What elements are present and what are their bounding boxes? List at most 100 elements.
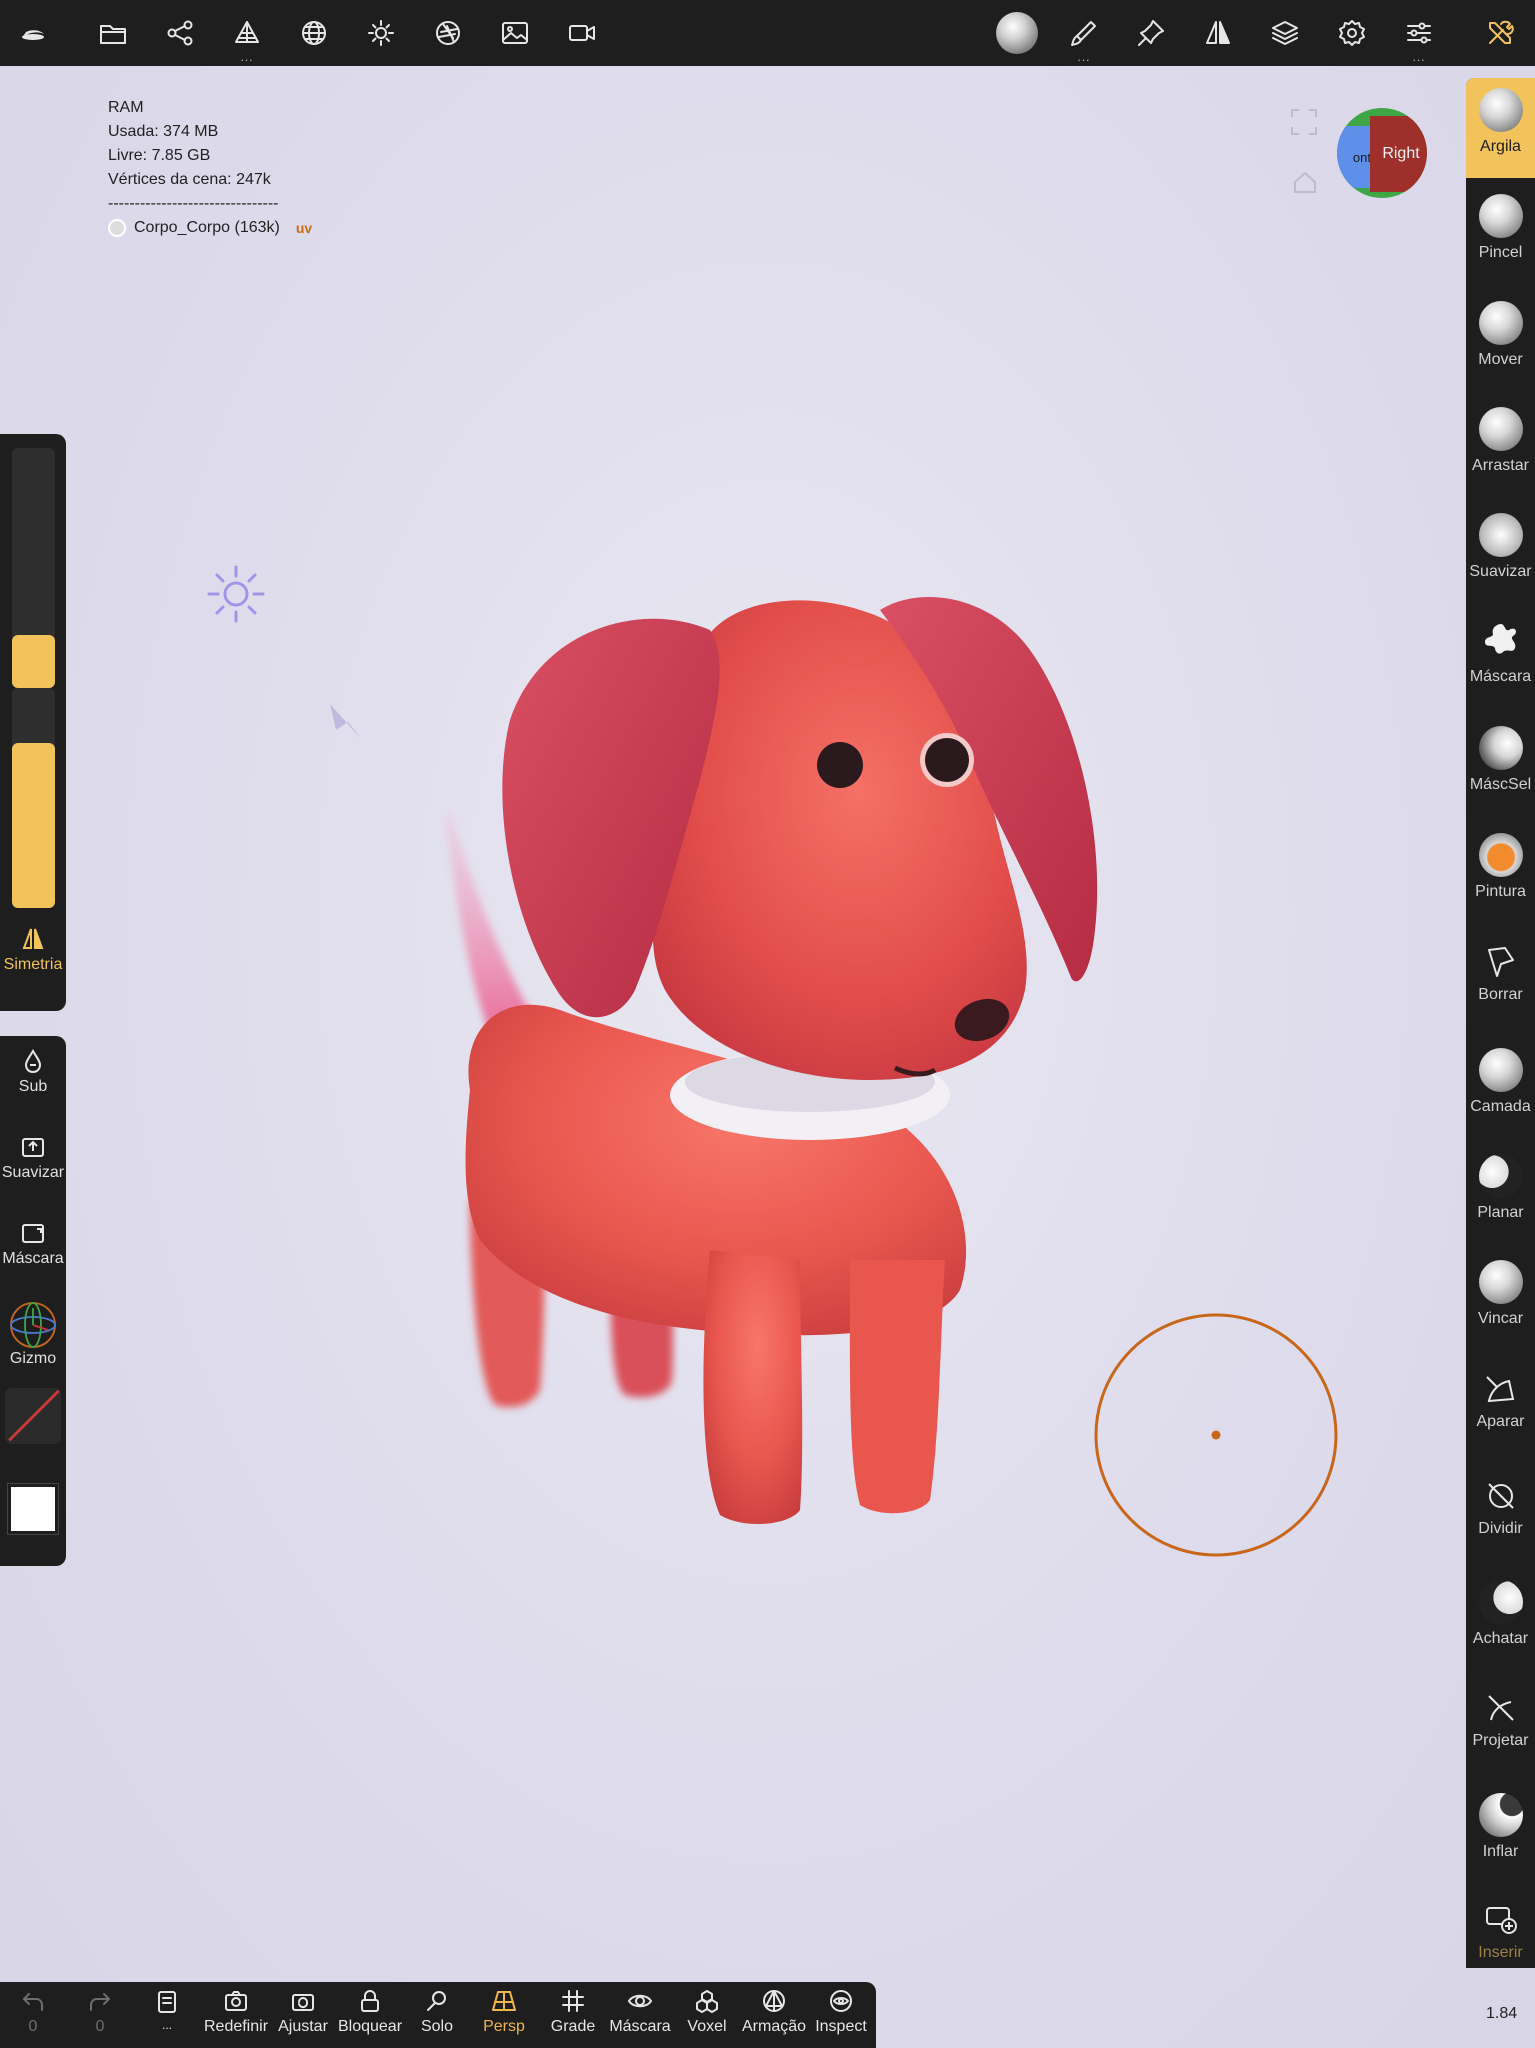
mask-toggle[interactable]: Máscara (0, 1220, 66, 1268)
tool-camada[interactable]: Camada (1466, 1038, 1535, 1138)
drop-icon (24, 1048, 42, 1074)
brush-icon[interactable]: ... (1059, 8, 1109, 63)
mask-view-button[interactable]: Máscara (607, 1988, 673, 2044)
undo-button[interactable]: 0 (0, 1988, 66, 2044)
inspect-icon (830, 1990, 852, 2012)
light-icon[interactable] (356, 8, 406, 58)
3d-viewport[interactable]: RAM Usada: 374 MB Livre: 7.85 GB Vértice… (0, 0, 1535, 2048)
tool-mascsel[interactable]: MáscSel (1466, 716, 1535, 816)
tool-argila[interactable]: Argila (1466, 78, 1535, 178)
brush-more: ... (1077, 50, 1091, 64)
dog-eye-right (925, 738, 969, 782)
tool-mascara[interactable]: Máscara (1466, 608, 1535, 708)
mesh-row[interactable]: Corpo_Corpo (163k) uv (108, 216, 312, 240)
wireframe-button[interactable]: Armação (741, 1988, 807, 2044)
eye-icon (628, 1994, 652, 2008)
color-swatch[interactable] (0, 1483, 66, 1535)
sphere-grid-icon[interactable] (289, 8, 339, 58)
bottom-toolbar: 0 0 ... Redefinir Ajustar Bloquear Solo … (0, 1982, 876, 2048)
fit-view-button[interactable]: Ajustar (270, 1988, 336, 2044)
light-gizmo-icon[interactable] (205, 563, 267, 625)
dog-front-leg-right (849, 1260, 945, 1514)
mask-box-icon (22, 1224, 44, 1243)
no-alpha-icon (5, 1388, 61, 1444)
view-cube-right-face[interactable]: Right (1370, 116, 1427, 192)
image-icon[interactable] (490, 8, 540, 58)
voxel-button[interactable]: Voxel (674, 1988, 740, 2044)
search-icon (427, 1991, 446, 2011)
video-icon[interactable] (557, 8, 607, 58)
tool-dividir[interactable]: Dividir (1466, 1464, 1535, 1564)
symmetry-icon[interactable] (1193, 8, 1243, 58)
tool-projetar[interactable]: Projetar (1466, 1676, 1535, 1776)
gizmo-icon (10, 1302, 56, 1348)
perspective-button[interactable]: Persp (471, 1988, 537, 2044)
alpha-texture-slot[interactable] (0, 1388, 66, 1444)
settings-gear-icon[interactable] (1327, 8, 1377, 58)
tool-pincel[interactable]: Pincel (1466, 184, 1535, 284)
tool-planar[interactable]: Planar (1466, 1144, 1535, 1244)
mesh-name[interactable]: Corpo_Corpo (163k) (134, 216, 280, 240)
reset-view-button[interactable]: Redefinir (203, 1988, 269, 2044)
scene-stats: RAM Usada: 374 MB Livre: 7.85 GB Vértice… (108, 96, 312, 240)
mask-select-icon (1478, 726, 1523, 770)
tool-inserir[interactable]: Inserir (1466, 1888, 1535, 1968)
grid-icon (562, 1990, 584, 2012)
inspect-button[interactable]: Inspect (808, 1988, 874, 2044)
brush-cursor (1094, 1313, 1338, 1557)
fps-counter: 1.84 (1486, 2005, 1518, 2022)
scene-vertices: Vértices da cena: 247k (108, 171, 271, 188)
sliders-icon[interactable]: ... (1394, 8, 1444, 63)
view-cube-front-face[interactable]: ont (1337, 126, 1373, 188)
grid-button[interactable]: Grade (540, 1988, 606, 2044)
primitives-icon[interactable]: ... (222, 8, 272, 63)
layers-icon[interactable] (1260, 8, 1310, 58)
tool-borrar[interactable]: Borrar (1466, 930, 1535, 1030)
sub-toggle[interactable]: Sub (0, 1048, 66, 1096)
intensity-slider[interactable] (12, 688, 55, 908)
material-preview-icon[interactable] (992, 8, 1042, 58)
home-view-icon[interactable] (1292, 170, 1318, 194)
symmetry-toggle-icon (22, 928, 44, 949)
tool-aparar[interactable]: Aparar (1466, 1357, 1535, 1457)
radius-slider[interactable] (12, 448, 55, 688)
redo-button[interactable]: 0 (67, 1988, 133, 2044)
trim-icon (1485, 1376, 1514, 1403)
symmetry-toggle[interactable]: Simetria (0, 926, 66, 974)
tool-achatar[interactable]: Achatar (1466, 1570, 1535, 1670)
drag-brush-icon (1478, 407, 1523, 451)
light-direction-icon (330, 704, 362, 740)
folder-icon[interactable] (88, 8, 138, 58)
color-swatch-white (7, 1483, 59, 1535)
gizmo-toggle[interactable]: Gizmo (0, 1300, 66, 1368)
stats-separator: -------------------------------- (108, 195, 279, 212)
tool-mover[interactable]: Mover (1466, 291, 1535, 391)
paint-brush-icon (1478, 833, 1523, 877)
solo-button[interactable]: Solo (404, 1988, 470, 2044)
tool-pintura[interactable]: Pintura (1466, 823, 1535, 923)
top-toolbar: ... ... ... (0, 0, 1535, 66)
view-cube[interactable]: ont Right (1337, 108, 1427, 198)
aperture-icon[interactable] (423, 8, 473, 58)
history-button[interactable]: ... (134, 1988, 200, 2044)
app-logo-icon[interactable] (8, 8, 58, 58)
frame-selection-icon[interactable] (1290, 108, 1318, 136)
fit-icon (292, 1994, 314, 2011)
mask-splat-icon (1484, 624, 1516, 654)
lock-view-button[interactable]: Bloquear (337, 1988, 403, 2044)
wireframe-icon (763, 1990, 785, 2012)
scene-graph-icon[interactable] (155, 8, 205, 58)
tool-inflar[interactable]: Inflar (1466, 1783, 1535, 1883)
tools-icon[interactable] (1475, 8, 1525, 58)
tool-arrastar[interactable]: Arrastar (1466, 397, 1535, 497)
tool-suavizar[interactable]: Suavizar (1466, 503, 1535, 603)
brush-sliders-panel: Simetria (0, 434, 66, 1011)
smooth-toggle[interactable]: Suavizar (0, 1134, 66, 1182)
smooth-box-icon (22, 1138, 44, 1157)
dog-model[interactable] (0, 0, 1535, 2048)
split-icon (1487, 1483, 1514, 1509)
pin-icon[interactable] (1126, 8, 1176, 58)
crease-brush-icon (1478, 1260, 1523, 1304)
mesh-visibility-icon[interactable] (108, 219, 126, 237)
tool-vincar[interactable]: Vincar (1466, 1250, 1535, 1350)
